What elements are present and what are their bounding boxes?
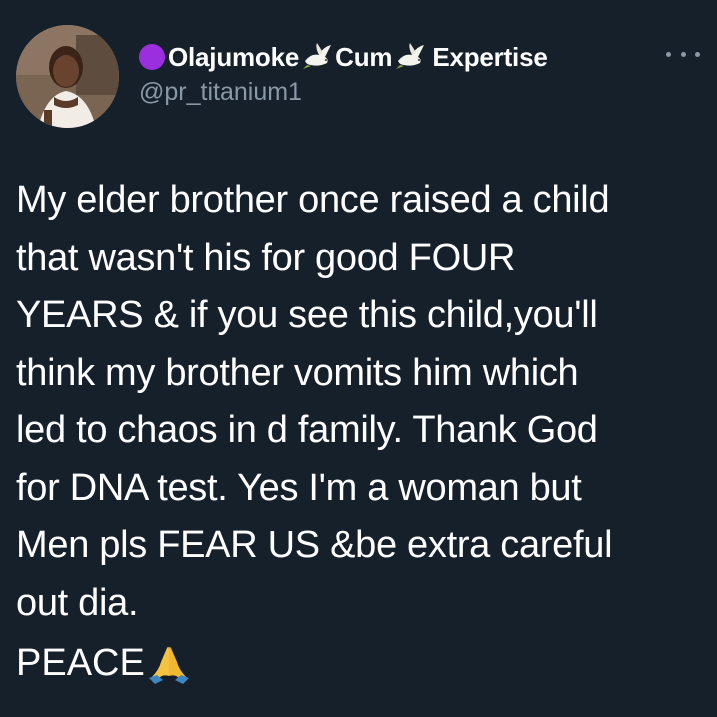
tweet-text-line: out dia. <box>16 581 139 624</box>
more-dot <box>666 51 671 57</box>
author-name-part3: Expertise <box>432 41 548 72</box>
author-name[interactable]: Olajumoke Cum Expertise <box>139 40 548 74</box>
tweet-text-line: think my brother vomits him which <box>16 351 579 394</box>
closing-text: PEACE <box>16 642 145 684</box>
author-name-part1: Olajumoke <box>168 41 300 72</box>
tweet-text-line: led to chaos in d family. Thank God <box>16 409 598 451</box>
dove-icon <box>301 43 333 71</box>
tweet-closing: PEACE <box>16 635 191 692</box>
tweet-text-line: YEARS & if you see this child,you'll <box>16 294 598 336</box>
author-name-part2: Cum <box>335 41 393 72</box>
more-horizontal-icon[interactable] <box>666 44 700 64</box>
tweet-text-line: Men pls FEAR US &be extra careful <box>16 524 613 566</box>
tweet-text: My elder brother once raised a child tha… <box>16 172 706 632</box>
author-handle[interactable]: @pr_titanium1 <box>139 78 302 107</box>
avatar[interactable] <box>16 25 119 128</box>
tweet-card: Olajumoke Cum Expertise @pr_titanium1 My… <box>0 0 717 717</box>
more-dot <box>695 51 700 57</box>
folded-hands-icon <box>147 642 191 686</box>
purple-circle-icon <box>139 44 165 70</box>
tweet-text-line: for DNA test. Yes I'm a woman but <box>16 466 582 509</box>
tweet-text-line: that wasn't his for good FOUR <box>16 236 516 279</box>
dove-icon <box>394 43 426 71</box>
tweet-text-line: My elder brother once raised a child <box>16 179 610 221</box>
more-dot <box>680 51 686 57</box>
